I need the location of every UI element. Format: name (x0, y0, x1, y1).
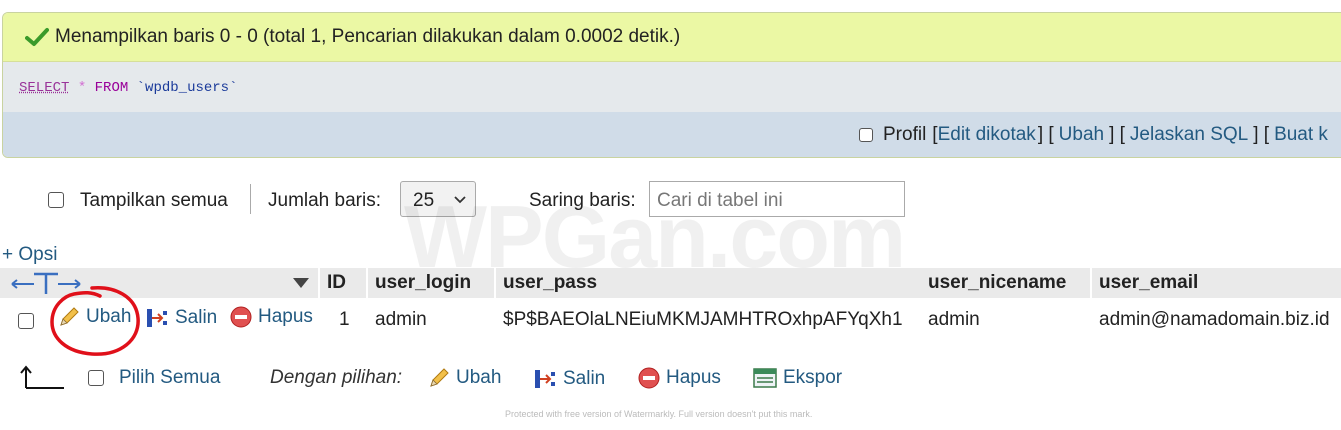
options-link[interactable]: + Opsi (2, 244, 57, 266)
bulk-edit-button[interactable]: Ubah (428, 367, 501, 389)
bracket-sep-1: ] [ (1037, 124, 1054, 145)
column-header-id[interactable]: ID (320, 268, 366, 298)
success-message: Menampilkan baris 0 - 0 (total 1, Pencar… (55, 26, 681, 47)
annotation-circle (50, 286, 140, 356)
edit-inline-link[interactable]: Edit dikotak (938, 124, 1036, 146)
sql-table-name: `wpdb_users` (136, 80, 238, 96)
select-all-checkbox[interactable] (88, 370, 104, 386)
bracket-sep-3: ] [ (1253, 124, 1270, 145)
row-copy-label: Salin (175, 307, 218, 328)
bracket-sep-2: ] [ (1109, 124, 1125, 145)
bulk-export-button[interactable]: Ekspor (753, 367, 842, 389)
sql-star: * (77, 80, 87, 96)
cell-user-nicename[interactable]: admin (928, 309, 980, 331)
column-header-user-login[interactable]: user_login (368, 268, 494, 298)
bulk-delete-button[interactable]: Hapus (638, 367, 721, 389)
sql-keyword-select[interactable]: SELECT (19, 80, 69, 96)
profil-label: Profil (883, 124, 927, 145)
bulk-actions: Pilih Semua Dengan pilihan: Ubah Salin H… (0, 362, 1000, 396)
column-header-user-pass[interactable]: user_pass (496, 268, 921, 298)
cell-user-pass[interactable]: $P$BAEOlaLNEiuMKMJAMHTROxhpAFYqXh1 (503, 309, 903, 331)
with-selected-label: Dengan pilihan: (270, 367, 403, 388)
watermark-footer-note: Protected with free version of Watermark… (505, 409, 813, 419)
create-php-code-link[interactable]: Buat k (1274, 124, 1328, 146)
select-all-arrow-icon (20, 365, 64, 389)
check-icon (25, 28, 49, 46)
row-checkbox[interactable] (18, 313, 34, 329)
row-delete-button[interactable]: Hapus (230, 306, 313, 328)
profil-checkbox[interactable] (859, 128, 873, 142)
row-delete-label: Hapus (258, 306, 313, 327)
row-copy-button[interactable]: Salin (145, 306, 217, 330)
table-header: ID user_login user_pass user_nicename us… (0, 268, 1341, 298)
show-all-label: Tampilkan semua (80, 190, 228, 211)
edit-query-link[interactable]: Ubah (1059, 124, 1104, 146)
column-header-user-nicename[interactable]: user_nicename (921, 268, 1090, 298)
copy-icon (147, 309, 167, 327)
bulk-edit-label: Ubah (456, 367, 502, 388)
result-box: Menampilkan baris 0 - 0 (total 1, Pencar… (2, 12, 1341, 158)
explain-sql-link[interactable]: Jelaskan SQL (1130, 124, 1248, 146)
select-all-label[interactable]: Pilih Semua (119, 367, 220, 389)
query-actions-bar: Profil [ Edit dikotak ] [ Ubah ] [ Jelas… (3, 112, 1341, 157)
column-sort-down-icon[interactable] (292, 277, 310, 289)
cell-user-email[interactable]: admin@namadomain.biz.id (1099, 309, 1330, 331)
copy-icon (535, 370, 555, 388)
bulk-delete-label: Hapus (666, 367, 721, 388)
delete-icon (230, 306, 252, 328)
cell-user-login[interactable]: admin (375, 309, 427, 331)
success-message-bar: Menampilkan baris 0 - 0 (total 1, Pencar… (3, 13, 1341, 62)
sql-query-box: SELECT * FROM `wpdb_users` (3, 62, 1341, 112)
bulk-copy-label: Salin (563, 368, 606, 389)
sql-query: SELECT * FROM `wpdb_users` (19, 80, 237, 96)
pencil-icon (430, 368, 449, 387)
cell-id[interactable]: 1 (339, 309, 350, 331)
table-row: Ubah Salin Hapus 1 admin $P$BAEOlaLNEiuM… (0, 300, 1341, 340)
bulk-copy-button[interactable]: Salin (533, 367, 605, 391)
column-header-user-email[interactable]: user_email (1092, 268, 1341, 298)
divider (250, 184, 251, 214)
show-all-checkbox[interactable] (48, 192, 64, 208)
export-icon (753, 368, 777, 388)
sql-keyword-from: FROM (94, 80, 129, 96)
rows-count-label: Jumlah baris: (268, 190, 381, 211)
delete-icon (638, 367, 660, 389)
bulk-export-label: Ekspor (783, 367, 843, 388)
